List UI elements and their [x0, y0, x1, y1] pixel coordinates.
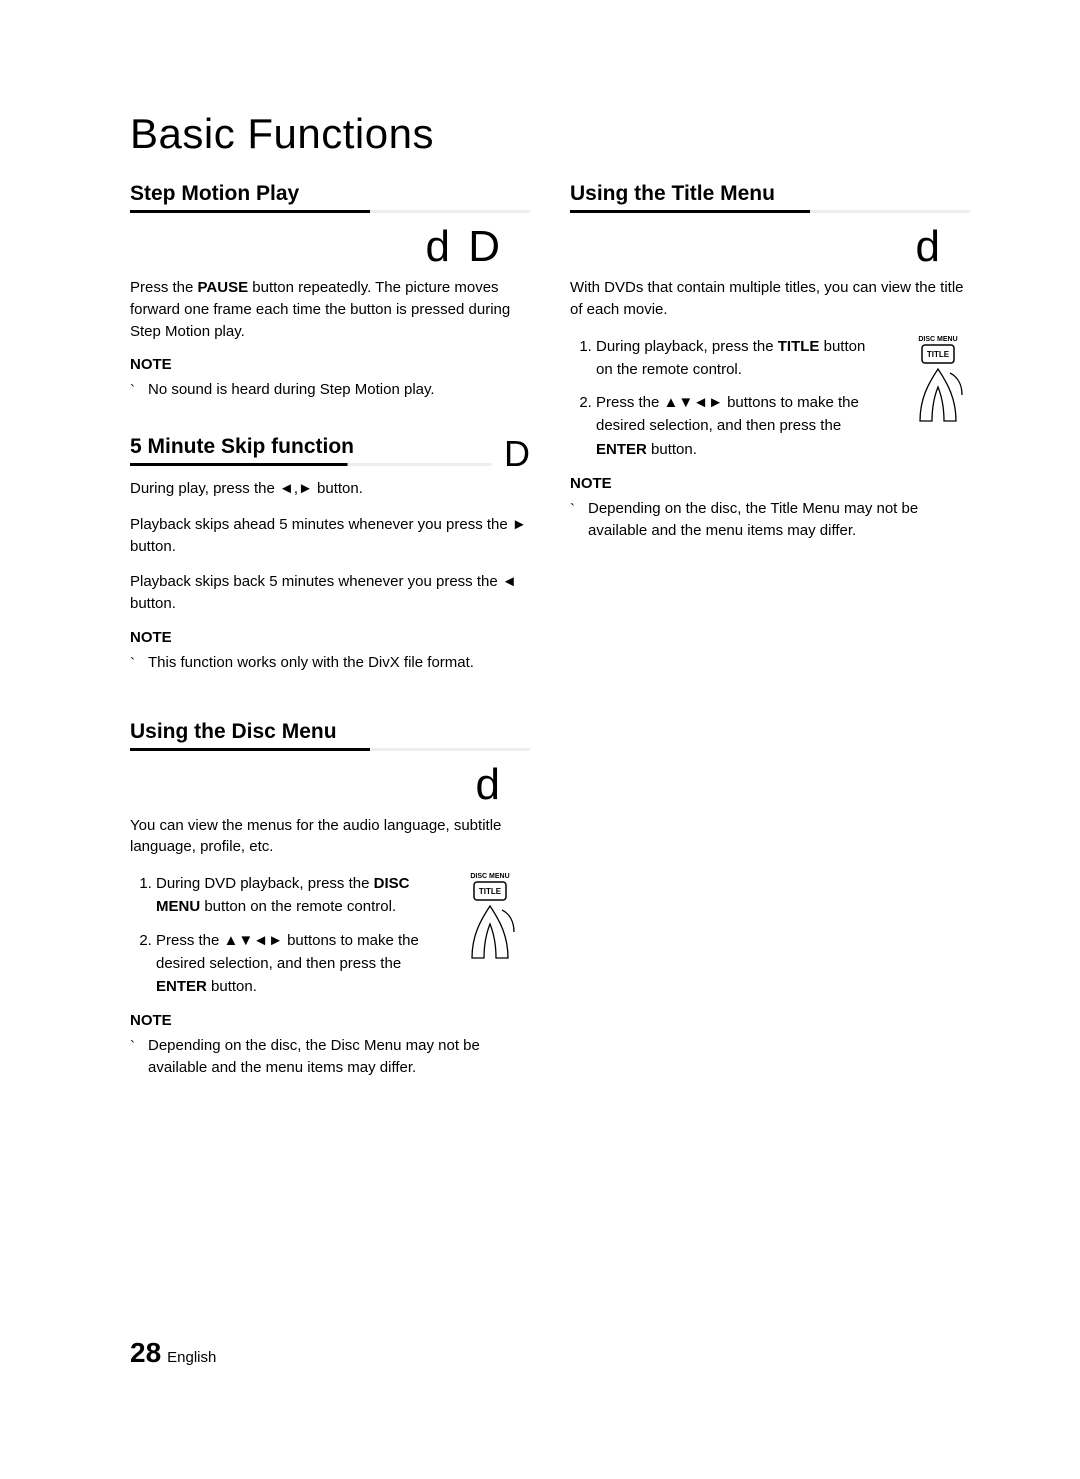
remote-label-title: TITLE [927, 350, 950, 359]
text-fragment: button. [647, 441, 697, 458]
dvd-icon: d [916, 225, 940, 269]
text-fragment: button on the remote control. [200, 898, 396, 915]
text-fragment: During play, press the [130, 480, 279, 497]
disc-menu-heading: Using the Disc Menu [130, 720, 530, 751]
step-motion-body: Press the PAUSE button repeatedly. The p… [130, 277, 530, 342]
divx-icon: D [468, 225, 500, 269]
remote-label-title: TITLE [479, 887, 502, 896]
note-label: NOTE [130, 629, 530, 646]
title-menu-step-2: Press the ▲▼◄► buttons to make the desir… [596, 391, 970, 461]
text-fragment: Press the [156, 932, 224, 949]
page-footer: 28 English [130, 1337, 216, 1369]
dvd-icon: d [476, 763, 500, 807]
remote-label-top: DISC MENU [470, 873, 509, 880]
dvd-icon: d [426, 225, 450, 269]
title-menu-icon-row: d [570, 225, 970, 269]
text-fragment: Press the [596, 394, 664, 411]
text-fragment: button. [313, 480, 363, 497]
footer-lang: English [167, 1349, 216, 1366]
skip-line2: Playback skips ahead 5 minutes whenever … [130, 514, 530, 558]
right-column: Using the Title Menu d With DVDs that co… [570, 182, 970, 1093]
page-number: 28 [130, 1337, 161, 1368]
enter-key: ENTER [156, 978, 207, 995]
title-menu-note: Depending on the disc, the Title Menu ma… [570, 498, 970, 542]
skip-line1: During play, press the ◄,► button. [130, 478, 530, 500]
disc-menu-step-2: Press the ▲▼◄► buttons to make the desir… [156, 929, 530, 999]
left-right-arrows: ◄,► [279, 480, 313, 497]
skip-note: This function works only with the DivX f… [130, 652, 530, 674]
step-motion-note: No sound is heard during Step Motion pla… [130, 379, 530, 401]
disc-menu-steps: During DVD playback, press the DISC MENU… [130, 872, 530, 998]
note-label: NOTE [570, 475, 970, 492]
remote-label-top: DISC MENU [918, 336, 957, 343]
enter-key: ENTER [596, 441, 647, 458]
nav-arrows: ▲▼◄► [664, 394, 723, 411]
left-column: Step Motion Play d D Press the PAUSE but… [130, 182, 530, 1093]
note-label: NOTE [130, 356, 530, 373]
title-key: TITLE [778, 338, 820, 355]
disc-menu-step-1: During DVD playback, press the DISC MENU… [156, 872, 530, 919]
skip-line3: Playback skips back 5 minutes whenever y… [130, 571, 530, 615]
disc-menu-icon-row: d [130, 763, 530, 807]
title-menu-heading: Using the Title Menu [570, 182, 970, 213]
page-title: Basic Functions [130, 110, 970, 158]
title-menu-steps: During playback, press the TITLE button … [570, 335, 970, 461]
title-menu-intro: With DVDs that contain multiple titles, … [570, 277, 970, 321]
text-fragment: During DVD playback, press the [156, 875, 374, 892]
text-fragment: During playback, press the [596, 338, 778, 355]
disc-menu-note: Depending on the disc, the Disc Menu may… [130, 1035, 530, 1079]
step-motion-heading: Step Motion Play [130, 182, 530, 213]
nav-arrows: ▲▼◄► [224, 932, 283, 949]
title-menu-step-1: During playback, press the TITLE button … [596, 335, 970, 382]
divx-icon: D [504, 436, 530, 472]
skip-heading: 5 Minute Skip function [130, 435, 492, 466]
step-motion-icons: d D [130, 225, 530, 269]
disc-menu-intro: You can view the menus for the audio lan… [130, 815, 530, 859]
text-fragment: button. [207, 978, 257, 995]
note-label: NOTE [130, 1012, 530, 1029]
